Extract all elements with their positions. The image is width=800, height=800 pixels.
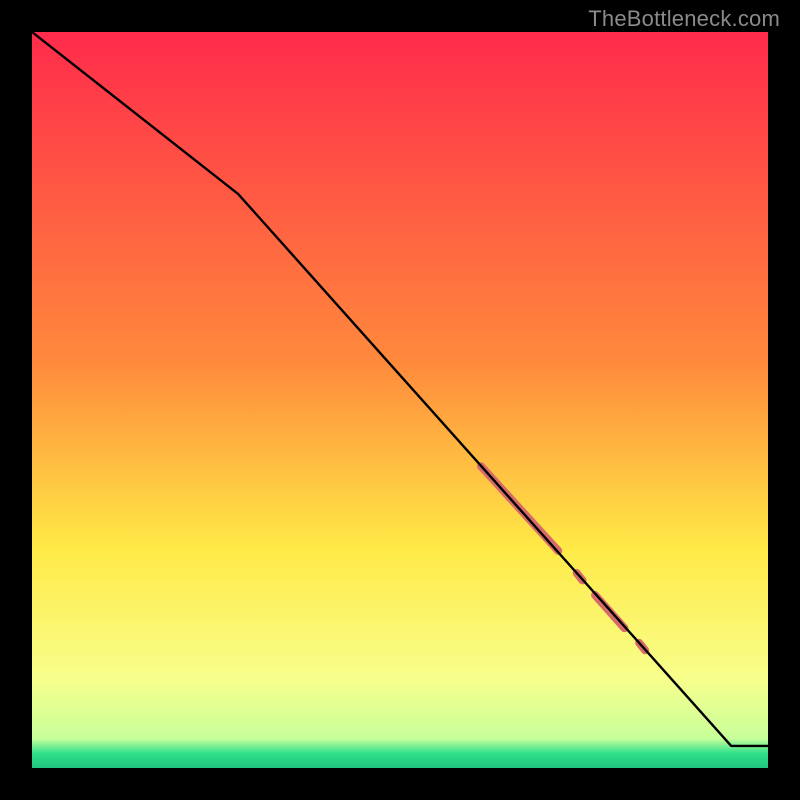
gradient-background xyxy=(32,32,768,768)
chart-plot xyxy=(32,32,768,768)
watermark-text: TheBottleneck.com xyxy=(588,6,780,32)
chart-frame: TheBottleneck.com xyxy=(0,0,800,800)
chart-svg xyxy=(32,32,768,768)
